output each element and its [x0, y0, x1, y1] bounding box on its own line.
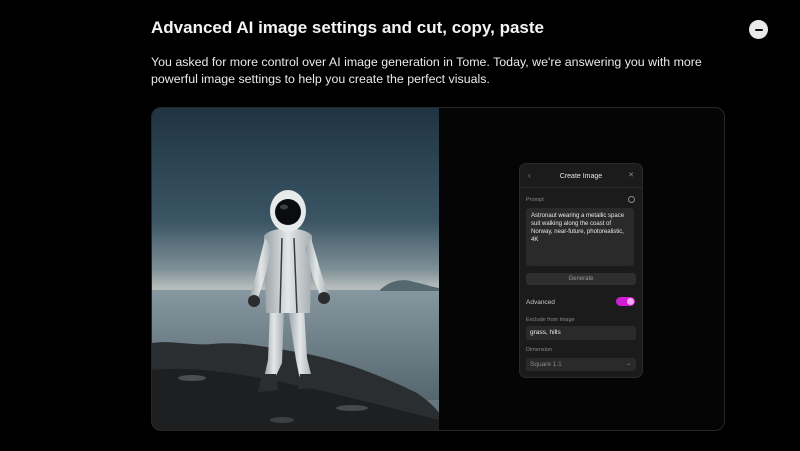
dimension-label: Dimension — [526, 347, 552, 353]
astronaut-photo — [152, 108, 439, 430]
article-description: You asked for more control over AI image… — [151, 55, 702, 86]
panel-divider — [520, 187, 642, 188]
minus-icon — [754, 28, 763, 31]
chevron-down-icon: ⌄ — [625, 361, 631, 367]
info-icon[interactable] — [628, 196, 635, 203]
panel-title: Create Image — [559, 173, 603, 180]
article-title: Advanced AI image settings and cut, copy… — [151, 18, 544, 37]
dimension-select[interactable]: Square 1:1 ⌄ — [526, 358, 636, 371]
toggle-knob — [627, 298, 634, 305]
generate-button[interactable]: Generate — [526, 273, 636, 285]
panel-header: ‹ Create Image ✕ — [520, 172, 642, 182]
advanced-label: Advanced — [526, 299, 555, 306]
exclude-input[interactable]: grass, hills — [526, 326, 636, 340]
collapse-button[interactable] — [749, 20, 768, 39]
close-icon[interactable]: ✕ — [628, 172, 634, 180]
dimension-value: Square 1:1 — [530, 361, 562, 368]
prompt-textarea[interactable]: Astronaut wearing a metallic space suit … — [526, 208, 634, 266]
exclude-label: Exclude from image — [526, 317, 575, 323]
create-image-panel: ‹ Create Image ✕ Prompt Astronaut wearin… — [519, 163, 643, 378]
feature-card: ‹ Create Image ✕ Prompt Astronaut wearin… — [151, 107, 725, 431]
advanced-toggle[interactable] — [616, 297, 635, 306]
prompt-label: Prompt — [526, 197, 544, 203]
